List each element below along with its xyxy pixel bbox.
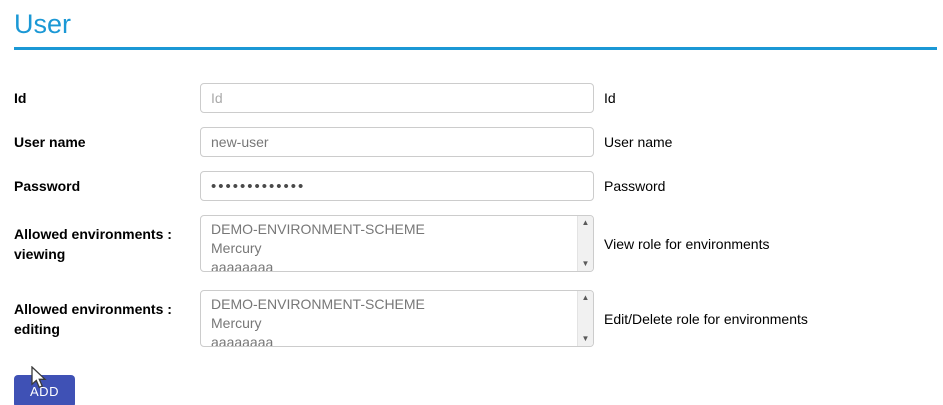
option-aaaaaaaa[interactable]: aaaaaaaa: [211, 333, 577, 346]
env-viewing-scrollbar[interactable]: ▲ ▼: [577, 216, 593, 271]
user-form: Id Id User name User name Password Passw…: [14, 83, 937, 405]
env-viewing-hint-label: View role for environments: [604, 236, 769, 252]
env-editing-label-line2: editing: [14, 319, 200, 339]
option-aaaaaaaa[interactable]: aaaaaaaa: [211, 258, 577, 271]
env-viewing-options: DEMO-ENVIRONMENT-SCHEME Mercury aaaaaaaa: [201, 216, 577, 271]
password-hint-label: Password: [604, 178, 665, 194]
env-editing-options: DEMO-ENVIRONMENT-SCHEME Mercury aaaaaaaa: [201, 291, 577, 346]
env-editing-hint-label: Edit/Delete role for environments: [604, 311, 808, 327]
env-editing-select[interactable]: DEMO-ENVIRONMENT-SCHEME Mercury aaaaaaaa…: [200, 290, 594, 347]
form-row-username: User name User name: [14, 127, 937, 157]
title-underline: [14, 47, 937, 50]
scroll-down-icon[interactable]: ▼: [582, 335, 590, 343]
page-container: User Id Id User name User name Password …: [0, 0, 943, 405]
password-input[interactable]: [200, 171, 594, 201]
form-row-env-viewing: Allowed environments : viewing DEMO-ENVI…: [14, 215, 937, 272]
username-label: User name: [14, 132, 200, 152]
id-label: Id: [14, 88, 200, 108]
scroll-up-icon[interactable]: ▲: [582, 294, 590, 302]
option-mercury[interactable]: Mercury: [211, 314, 577, 333]
option-mercury[interactable]: Mercury: [211, 239, 577, 258]
env-editing-label-line1: Allowed environments :: [14, 299, 200, 319]
env-viewing-select[interactable]: DEMO-ENVIRONMENT-SCHEME Mercury aaaaaaaa…: [200, 215, 594, 272]
username-hint-label: User name: [604, 134, 672, 150]
id-input[interactable]: [200, 83, 594, 113]
env-viewing-label-line1: Allowed environments :: [14, 224, 200, 244]
id-hint-label: Id: [604, 90, 616, 106]
form-row-env-editing: Allowed environments : editing DEMO-ENVI…: [14, 290, 937, 347]
password-label: Password: [14, 176, 200, 196]
option-env-scheme[interactable]: DEMO-ENVIRONMENT-SCHEME: [211, 220, 577, 239]
add-button[interactable]: ADD: [14, 375, 75, 405]
scroll-down-icon[interactable]: ▼: [582, 260, 590, 268]
env-editing-scrollbar[interactable]: ▲ ▼: [577, 291, 593, 346]
env-viewing-label: Allowed environments : viewing: [14, 224, 200, 264]
username-input[interactable]: [200, 127, 594, 157]
page-title: User: [14, 8, 937, 40]
env-viewing-label-line2: viewing: [14, 244, 200, 264]
env-editing-label: Allowed environments : editing: [14, 299, 200, 339]
form-row-id: Id Id: [14, 83, 937, 113]
scroll-up-icon[interactable]: ▲: [582, 219, 590, 227]
form-row-password: Password Password: [14, 171, 937, 201]
option-env-scheme[interactable]: DEMO-ENVIRONMENT-SCHEME: [211, 295, 577, 314]
